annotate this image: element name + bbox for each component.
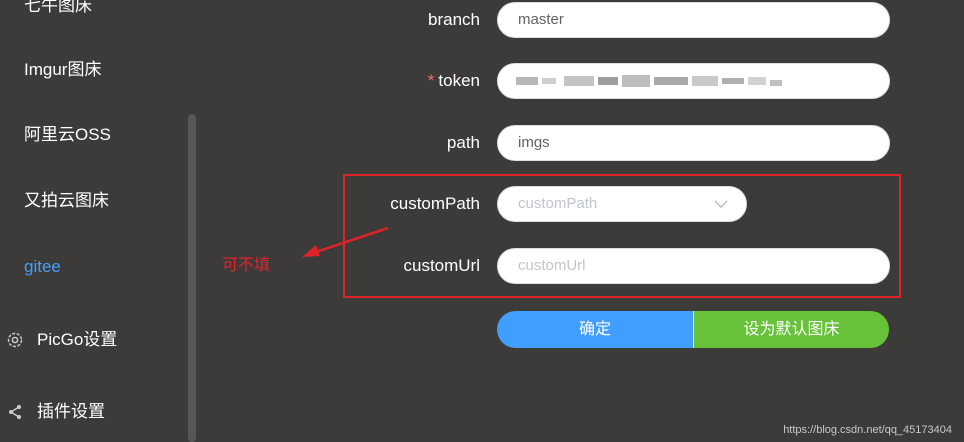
- confirm-button[interactable]: 确定: [497, 311, 693, 348]
- branch-row: branch master: [196, 2, 964, 46]
- watermark: https://blog.csdn.net/qq_45173404: [783, 424, 952, 436]
- sidebar-item-imgur[interactable]: Imgur图床: [0, 50, 180, 90]
- optional-fields-highlight: [343, 174, 901, 298]
- path-row: path imgs: [196, 125, 964, 169]
- sidebar-item-aliyun-oss[interactable]: 阿里云OSS: [0, 115, 180, 155]
- sidebar-item-label: 七牛图床: [24, 0, 92, 15]
- token-label-text: token: [438, 71, 480, 90]
- path-label: path: [446, 133, 480, 152]
- sidebar-item-upyun[interactable]: 又拍云图床: [0, 181, 180, 221]
- branch-input[interactable]: master: [497, 2, 890, 38]
- sidebar-item-label: Imgur图床: [24, 60, 102, 79]
- sidebar-item-label: gitee: [24, 257, 61, 276]
- branch-label: branch: [428, 10, 480, 29]
- sidebar-item-label: 阿里云OSS: [24, 125, 111, 144]
- annotation-arrow-icon: [302, 226, 389, 257]
- share-icon: [4, 392, 26, 432]
- token-obscured-value: [516, 75, 782, 87]
- sidebar-item-qiniu[interactable]: 七牛图床: [0, 0, 180, 26]
- path-input[interactable]: imgs: [497, 125, 890, 161]
- optional-annotation: 可不填: [222, 257, 271, 274]
- token-row: * token: [196, 63, 964, 107]
- sidebar-item-label: 又拍云图床: [24, 191, 109, 210]
- token-input[interactable]: [497, 63, 890, 99]
- set-default-button[interactable]: 设为默认图床: [693, 311, 889, 348]
- sidebar-scrollbar[interactable]: [188, 114, 196, 442]
- sidebar: 七牛图床 Imgur图床 阿里云OSS 又拍云图床 gitee PicGo设置: [0, 0, 196, 442]
- sidebar-item-label: 插件设置: [37, 402, 105, 421]
- sidebar-item-picgo-settings[interactable]: PicGo设置: [0, 320, 180, 360]
- required-mark: *: [427, 71, 435, 90]
- gear-icon: [4, 320, 26, 360]
- sidebar-item-label: PicGo设置: [37, 330, 118, 349]
- sidebar-item-plugin-settings[interactable]: 插件设置: [0, 392, 180, 432]
- token-label: * token: [428, 63, 480, 99]
- sidebar-item-gitee[interactable]: gitee: [0, 247, 180, 287]
